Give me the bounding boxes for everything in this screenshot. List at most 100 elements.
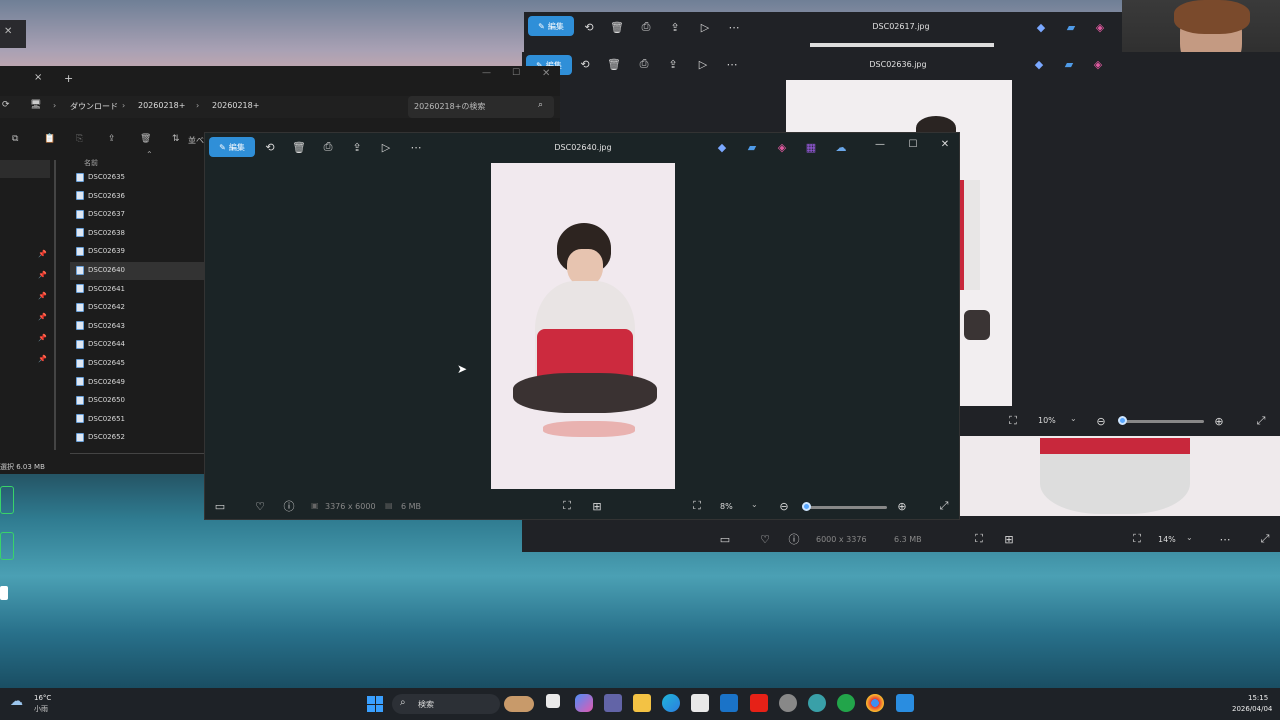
taskbar-search[interactable]: ⌕ 検索 [392,694,500,714]
zoom-slider-knob[interactable] [1118,416,1127,425]
print-icon[interactable]: ⎙ [319,138,337,156]
address-bar[interactable]: ⟳ 🖥 › ダウンロード › 20260218+ › 20260218+ 202… [0,96,560,118]
file-row[interactable]: DSC02643 [76,317,125,335]
weather-temp[interactable]: 16°C [34,694,51,702]
filmstrip-icon[interactable]: ▭ [211,497,229,515]
new-tab-icon[interactable]: + [64,72,73,85]
file-row[interactable]: DSC02641 [76,280,125,298]
column-name-header[interactable]: 名前 [84,158,98,168]
chrome-icon[interactable] [866,694,884,712]
clock-time[interactable]: 15:15 [1248,694,1268,702]
share-icon[interactable]: ⇪ [348,138,366,156]
settings-icon[interactable] [779,694,797,712]
designer-icon[interactable]: ▰ [743,138,761,156]
partial-window-top-left[interactable]: ✕ [0,20,26,48]
file-row[interactable]: DSC02635 [76,168,125,186]
rotate-icon[interactable]: ⟲ [580,18,598,36]
photo-viewer-window-back[interactable]: ✎ 編集 ⟲ 🗑 ⎙ ⇪ ▷ ⋯ DSC02617.jpg ◆ ▰ ◈ [524,12,1122,52]
share-icon[interactable]: ⇪ [108,134,116,144]
copilot-icon[interactable]: ◆ [713,138,731,156]
close-icon[interactable]: ✕ [4,26,12,37]
clipchamp-icon[interactable]: ◈ [773,138,791,156]
teams-icon[interactable] [604,694,622,712]
fullscreen-icon[interactable]: ⤢ [1252,412,1270,430]
file-row[interactable]: DSC02649 [76,373,125,391]
file-row[interactable]: DSC02638 [76,224,125,242]
youtube-icon[interactable] [750,694,768,712]
rename-icon[interactable]: ⎘ [76,134,83,144]
zoom-out-icon[interactable]: ⊖ [1092,412,1110,430]
file-row[interactable]: DSC02651 [76,410,125,428]
compare-icon[interactable]: ⛶ [970,530,988,548]
more-icon[interactable]: ⋯ [1216,530,1234,548]
file-row[interactable]: DSC02636 [76,187,125,205]
weather-icon[interactable]: ☁ [10,694,23,709]
weather-desc[interactable]: 小雨 [34,704,48,714]
zoom-slider[interactable] [1122,420,1204,423]
rotate-icon[interactable]: ⟲ [261,138,279,156]
file-row[interactable]: DSC02640 [76,261,125,279]
xbox-icon[interactable] [837,694,855,712]
task-view-icon[interactable] [546,694,560,708]
sort-icon[interactable]: ⇅ [172,134,180,144]
refresh-icon[interactable]: ⟳ [2,100,10,110]
breadcrumb-downloads[interactable]: ダウンロード [70,101,118,112]
delete-icon[interactable]: 🗑 [608,18,626,36]
sort-label[interactable]: 並べ [188,135,204,146]
designer-icon[interactable]: ▰ [1062,18,1080,36]
zoom-out-icon[interactable]: ⊖ [775,497,793,515]
file-row[interactable]: DSC02644 [76,335,125,353]
file-row[interactable]: DSC02637 [76,205,125,223]
copy-icon[interactable]: ⧉ [12,134,18,144]
photos-icon[interactable] [896,694,914,712]
fullscreen-icon[interactable]: ⤢ [935,497,953,515]
file-row[interactable]: DSC02645 [76,354,125,372]
clock-date[interactable]: 2026/04/04 [1232,705,1272,713]
slideshow-icon[interactable]: ▷ [377,138,395,156]
close-icon[interactable]: ✕ [542,68,550,79]
zoom-in-icon[interactable]: ⊕ [1210,412,1228,430]
copilot-icon[interactable] [575,694,593,712]
search-icon[interactable]: ⌕ [538,100,543,110]
file-row[interactable]: DSC02650 [76,391,125,409]
edit-button[interactable]: ✎ 編集 [209,137,255,157]
print-icon[interactable]: ⎙ [637,18,655,36]
slideshow-icon[interactable]: ▷ [694,55,712,73]
file-row[interactable]: DSC02642 [76,298,125,316]
zoom-slider[interactable] [807,506,887,509]
ocr-icon[interactable]: ⊞ [1000,530,1018,548]
zoom-value[interactable]: 10% [1038,416,1056,425]
file-row[interactable]: DSC02652 [76,428,125,446]
close-icon[interactable]: ✕ [938,139,952,150]
compare-icon[interactable]: ⛶ [558,497,576,515]
designer-icon[interactable]: ▰ [1060,55,1078,73]
cloud-off-icon[interactable]: ☁ [832,138,850,156]
zoom-in-icon[interactable]: ⊕ [893,497,911,515]
favorite-icon[interactable]: ♡ [251,497,269,515]
file-explorer-icon[interactable] [633,694,651,712]
copilot-icon[interactable]: ◆ [1032,18,1050,36]
chevron-down-icon[interactable]: ⌄ [751,500,758,509]
breadcrumb-folder2[interactable]: 20260218+ [212,101,259,110]
zoom-value-bottom[interactable]: 14% [1158,535,1176,544]
more-icon[interactable]: ⋯ [407,138,425,156]
fit-screen-icon[interactable]: ⛶ [1004,412,1022,430]
zoom-slider-knob[interactable] [802,502,811,511]
delete-icon[interactable]: 🗑 [140,134,151,144]
slideshow-icon[interactable]: ▷ [696,18,714,36]
outlook-icon[interactable] [720,694,738,712]
nav-selected-item[interactable] [0,160,50,178]
info-icon[interactable]: ⓘ [280,497,298,515]
search-input[interactable]: 20260218+の検索 [414,101,485,112]
photo-viewer-window-main[interactable]: ✎ 編集 ⟲ 🗑 ⎙ ⇪ ▷ ⋯ DSC02640.jpg ◆ ▰ ◈ ▦ ☁ … [204,132,960,520]
delete-icon[interactable]: 🗑 [605,55,623,73]
desktop-widget-left[interactable] [0,532,14,560]
copilot-icon[interactable]: ◆ [1030,55,1048,73]
maximize-icon[interactable]: ☐ [512,68,520,78]
explorer-tab-close[interactable]: × [34,72,42,83]
fit-screen-icon[interactable]: ⛶ [688,497,706,515]
start-icon[interactable] [367,696,383,712]
share-icon[interactable]: ⇪ [666,18,684,36]
clipchamp-icon[interactable]: ◈ [1089,55,1107,73]
filmstrip-icon[interactable]: ▭ [716,530,734,548]
